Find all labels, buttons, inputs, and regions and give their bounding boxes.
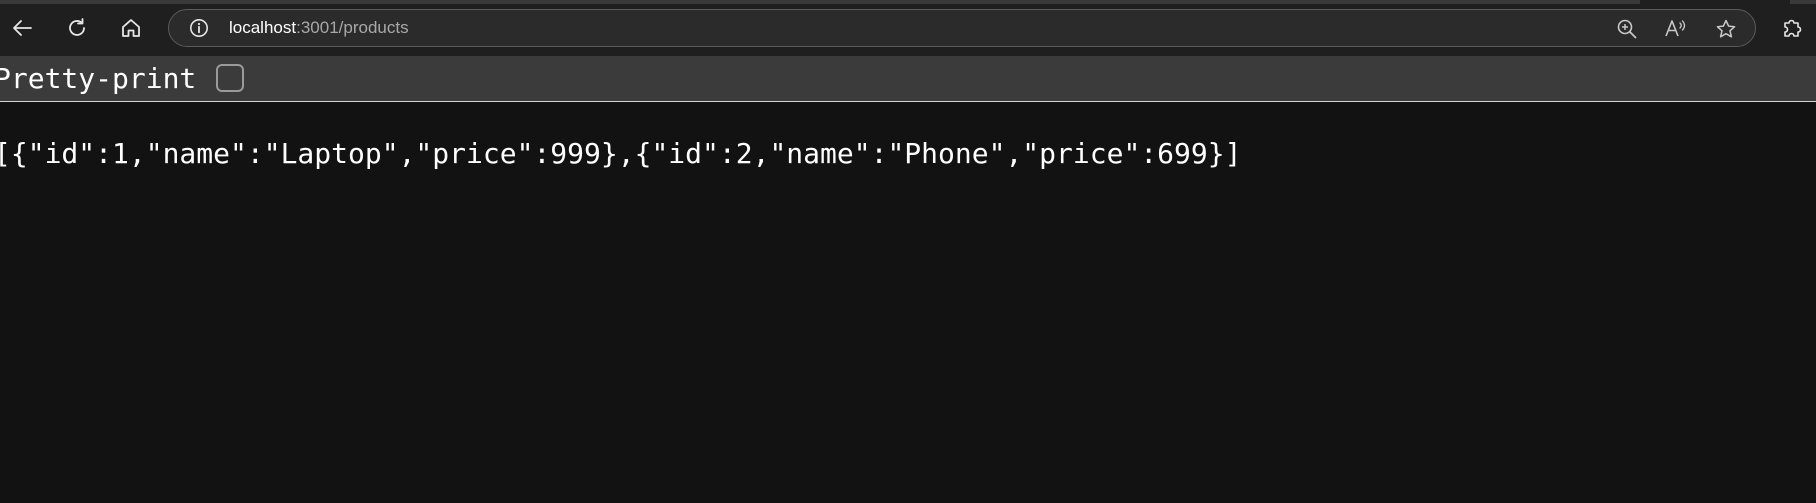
refresh-button[interactable] — [59, 10, 95, 46]
puzzle-icon — [1784, 19, 1802, 37]
pretty-print-bar: Pretty-print — [0, 56, 1816, 102]
favorite-button[interactable] — [1713, 16, 1739, 42]
tab-strip-edge — [0, 0, 1640, 4]
url-host: localhost — [229, 18, 297, 37]
star-icon — [1716, 19, 1736, 38]
info-icon[interactable] — [189, 18, 209, 38]
back-arrow-icon — [13, 20, 32, 36]
read-aloud-button[interactable] — [1663, 16, 1689, 42]
tab-strip-edge — [1790, 0, 1816, 4]
json-content: [{"id":1,"name":"Laptop","price":999},{"… — [0, 137, 1242, 170]
extensions-button[interactable] — [1778, 14, 1806, 42]
address-bar[interactable]: localhost:3001/products — [168, 9, 1756, 47]
refresh-icon — [69, 18, 85, 36]
zoom-button[interactable] — [1614, 16, 1640, 42]
browser-toolbar: localhost:3001/products — [0, 0, 1816, 56]
back-button[interactable] — [4, 10, 40, 46]
url-path: :3001/products — [296, 18, 409, 37]
url-text[interactable]: localhost:3001/products — [229, 10, 409, 46]
home-button[interactable] — [113, 10, 149, 46]
read-aloud-icon — [1665, 20, 1686, 37]
pretty-print-checkbox[interactable] — [216, 64, 244, 92]
home-icon — [122, 19, 140, 37]
pretty-print-label[interactable]: Pretty-print — [0, 56, 196, 102]
zoom-in-icon — [1617, 19, 1637, 39]
